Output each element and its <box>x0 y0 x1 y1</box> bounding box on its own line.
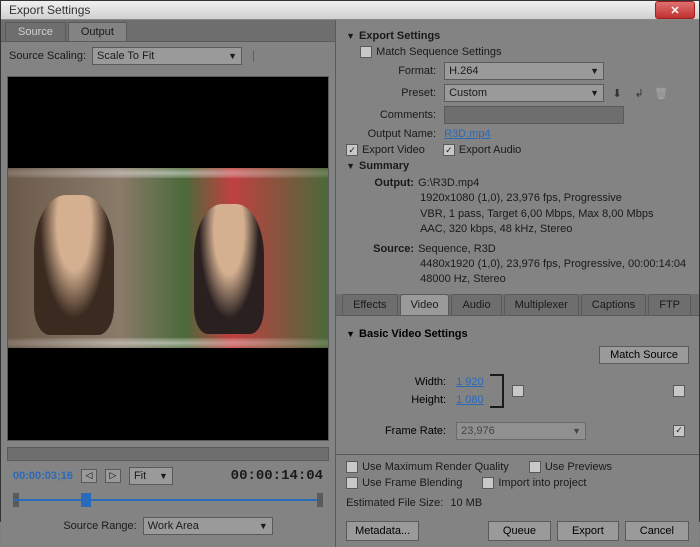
match-source-button[interactable]: Match Source <box>599 346 689 364</box>
match-width-checkbox[interactable] <box>673 385 685 397</box>
subtab-captions[interactable]: Captions <box>581 294 646 315</box>
height-label: Height: <box>346 394 446 406</box>
cancel-button[interactable]: Cancel <box>625 521 689 541</box>
summary-header[interactable]: ▼ Summary <box>346 160 689 172</box>
zoom-fit-dropdown[interactable]: Fit ▼ <box>129 467 173 485</box>
twirl-down-icon: ▼ <box>346 31 355 41</box>
format-value: H.264 <box>449 65 478 77</box>
match-sequence-checkbox[interactable] <box>360 46 372 58</box>
delete-preset-icon: 🗑 <box>652 84 670 102</box>
subtab-ftp[interactable]: FTP <box>648 294 691 315</box>
timecode-current[interactable]: 00:00:03;16 <box>13 468 73 484</box>
metadata-button[interactable]: Metadata... <box>346 521 419 541</box>
subtab-multiplexer[interactable]: Multiplexer <box>504 294 579 315</box>
close-icon: ✕ <box>670 4 679 17</box>
comments-input[interactable] <box>444 106 624 124</box>
est-size-value: 10 MB <box>450 497 482 509</box>
chevron-down-icon: ▼ <box>159 471 168 481</box>
playhead-handle[interactable] <box>81 493 91 507</box>
video-preview[interactable] <box>7 76 329 441</box>
framerate-label: Frame Rate: <box>346 425 446 437</box>
save-preset-icon[interactable]: ⬇ <box>608 84 626 102</box>
subtab-effects[interactable]: Effects <box>342 294 397 315</box>
use-previews-label: Use Previews <box>545 461 612 473</box>
tab-source[interactable]: Source <box>5 22 66 41</box>
zoom-fit-label: Fit <box>134 470 146 482</box>
chevron-down-icon: ▼ <box>572 426 581 436</box>
chevron-down-icon: ▼ <box>590 88 599 98</box>
comments-label: Comments: <box>346 109 436 121</box>
summary-output: Output:G:\R3D.mp4 1920x1080 (1,0), 23,97… <box>346 176 689 238</box>
link-dimensions-checkbox[interactable] <box>512 385 524 397</box>
preview-panel: Source Output Source Scaling: Scale To F… <box>1 20 336 547</box>
play-forward-button[interactable]: ▷ <box>105 469 121 483</box>
width-label: Width: <box>346 376 446 388</box>
preset-label: Preset: <box>346 87 436 99</box>
frame-blend-label: Use Frame Blending <box>362 477 462 489</box>
titlebar: Export Settings ✕ <box>1 1 699 20</box>
close-button[interactable]: ✕ <box>655 1 695 19</box>
chevron-down-icon: ▼ <box>228 51 237 61</box>
framerate-dropdown[interactable]: 23,976 ▼ <box>456 422 586 440</box>
chevron-down-icon: ▼ <box>259 521 268 531</box>
import-project-label: Import into project <box>498 477 586 489</box>
export-audio-checkbox[interactable] <box>443 144 455 156</box>
queue-button[interactable]: Queue <box>488 521 551 541</box>
play-backward-button[interactable]: ◁ <box>81 469 97 483</box>
import-project-checkbox[interactable] <box>482 477 494 489</box>
source-scaling-value: Scale To Fit <box>97 50 154 62</box>
export-audio-label: Export Audio <box>459 144 521 156</box>
timeline-slider[interactable] <box>13 491 323 509</box>
import-preset-icon[interactable]: ↲ <box>630 84 648 102</box>
format-dropdown[interactable]: H.264 ▼ <box>444 62 604 80</box>
width-value[interactable]: 1 920 <box>456 376 484 388</box>
est-size-label: Estimated File Size: <box>346 497 443 509</box>
link-dimensions-icon <box>490 374 504 408</box>
max-render-checkbox[interactable] <box>346 461 358 473</box>
source-scaling-dropdown[interactable]: Scale To Fit ▼ <box>92 47 242 65</box>
source-scaling-label: Source Scaling: <box>9 50 86 62</box>
subtab-video[interactable]: Video <box>400 294 450 315</box>
export-settings-header[interactable]: ▼ Export Settings <box>346 30 689 42</box>
timecode-total: 00:00:14:04 <box>231 468 323 484</box>
export-video-checkbox[interactable] <box>346 144 358 156</box>
framerate-value: 23,976 <box>461 425 495 437</box>
preset-dropdown[interactable]: Custom ▼ <box>444 84 604 102</box>
window-title: Export Settings <box>5 3 655 17</box>
tab-output[interactable]: Output <box>68 22 127 41</box>
match-framerate-checkbox[interactable] <box>673 425 685 437</box>
divider-pipe: | <box>252 50 255 62</box>
basic-video-header[interactable]: ▼ Basic Video Settings <box>346 328 689 340</box>
twirl-down-icon: ▼ <box>346 329 355 339</box>
preset-value: Custom <box>449 87 487 99</box>
export-button[interactable]: Export <box>557 521 619 541</box>
summary-source: Source:Sequence, R3D 4480x1920 (1,0), 23… <box>346 242 689 288</box>
max-render-label: Use Maximum Render Quality <box>362 461 509 473</box>
frame-blend-checkbox[interactable] <box>346 477 358 489</box>
height-value[interactable]: 1 080 <box>456 394 484 406</box>
export-video-label: Export Video <box>362 144 425 156</box>
settings-panel: ▼ Export Settings Match Sequence Setting… <box>336 20 699 547</box>
output-name-link[interactable]: R3D.mp4 <box>444 128 490 140</box>
subtab-audio[interactable]: Audio <box>451 294 501 315</box>
source-range-dropdown[interactable]: Work Area ▼ <box>143 517 273 535</box>
preview-image <box>8 168 328 348</box>
use-previews-checkbox[interactable] <box>529 461 541 473</box>
format-label: Format: <box>346 65 436 77</box>
output-name-label: Output Name: <box>346 128 436 140</box>
twirl-down-icon: ▼ <box>346 161 355 171</box>
preview-scrollbar[interactable] <box>7 447 329 461</box>
match-sequence-label: Match Sequence Settings <box>376 46 501 58</box>
chevron-down-icon: ▼ <box>590 66 599 76</box>
